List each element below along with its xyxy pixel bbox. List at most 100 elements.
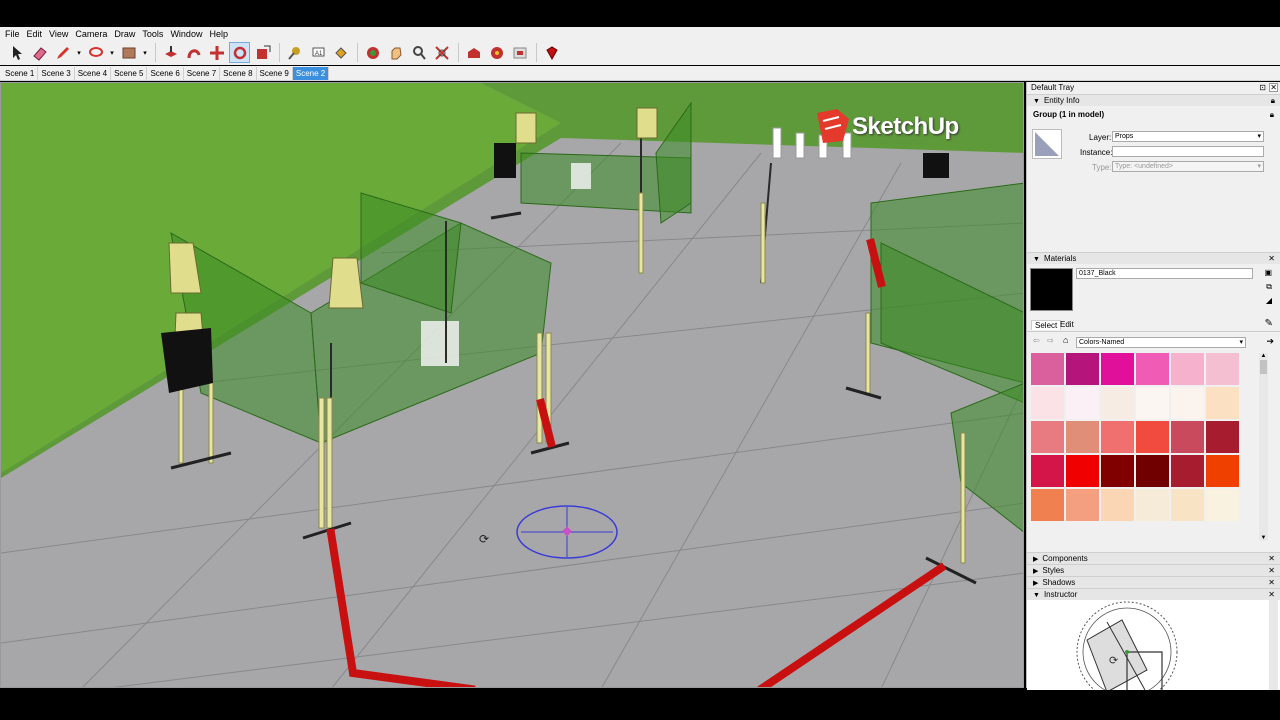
tab-scene-6[interactable]: Scene 6 [147,66,184,80]
material-swatch[interactable] [1031,353,1064,385]
zoom-extents-icon[interactable] [431,42,452,63]
tab-scene-3[interactable]: Scene 3 [38,66,75,80]
scroll-thumb[interactable] [1260,360,1267,374]
chevron-down-icon[interactable]: ▾ [108,42,116,63]
ruby-icon[interactable] [541,42,562,63]
tab-scene-7[interactable]: Scene 7 [184,66,221,80]
material-swatch[interactable] [1171,489,1204,521]
pencil-icon[interactable] [52,42,73,63]
eraser-icon[interactable] [29,42,50,63]
instance-input[interactable] [1112,146,1264,157]
material-swatch[interactable] [1101,421,1134,453]
components-header[interactable]: ▶ Components ✕ [1027,552,1280,564]
menu-tools[interactable]: Tools [140,29,168,39]
chevron-down-icon[interactable]: ▾ [141,42,149,63]
menu-draw[interactable]: Draw [112,29,140,39]
eyedropper-icon[interactable]: ✎ [1265,318,1273,329]
material-swatch[interactable] [1136,489,1169,521]
menu-window[interactable]: Window [168,29,207,39]
layer-dropdown[interactable]: Props ▾ [1112,131,1264,142]
warehouse-icon[interactable] [463,42,484,63]
type-dropdown[interactable]: Type: <undefined> ▾ [1112,161,1264,172]
material-swatch[interactable] [1066,353,1099,385]
material-preview[interactable] [1032,129,1062,159]
material-swatch[interactable] [1031,489,1064,521]
menu-camera[interactable]: Camera [73,29,112,39]
text-icon[interactable]: A1 [307,42,328,63]
materials-header[interactable]: ▼ Materials ✕ [1027,252,1280,264]
pin-icon[interactable]: ⊡ [1259,82,1266,94]
material-swatch[interactable] [1066,455,1099,487]
tab-scene-2[interactable]: Scene 2 [292,66,330,80]
menu-view[interactable]: View [47,29,73,39]
paint-bucket-icon[interactable] [330,42,351,63]
material-swatch[interactable] [1171,387,1204,419]
material-swatch[interactable] [1031,387,1064,419]
entity-info-header[interactable]: ▼ Entity Info 🔒︎ [1027,94,1280,106]
material-swatch[interactable] [1066,421,1099,453]
menu-edit[interactable]: Edit [25,29,48,39]
push-pull-icon[interactable] [160,42,181,63]
follow-me-icon[interactable] [183,42,204,63]
details-arrow-icon[interactable]: ➔ [1266,336,1274,347]
lasso-icon[interactable] [85,42,106,63]
material-swatch[interactable] [1136,353,1169,385]
material-swatch[interactable] [1206,353,1239,385]
display-secondary-icon[interactable]: ▣ [1264,268,1272,277]
tab-select[interactable]: Select [1031,320,1062,330]
model-viewport[interactable]: ⟳ SketchUp [0,82,1024,688]
tab-scene-8[interactable]: Scene 8 [220,66,257,80]
styles-header[interactable]: ▶ Styles ✕ [1027,564,1280,576]
scale-icon[interactable] [252,42,273,63]
menu-file[interactable]: File [3,29,25,39]
current-material-swatch[interactable] [1030,268,1073,311]
select-icon[interactable] [6,42,27,63]
library-dropdown[interactable]: Colors-Named ▾ [1076,337,1246,348]
orbit-icon[interactable] [362,42,383,63]
material-swatch[interactable] [1171,353,1204,385]
home-icon[interactable]: ⌂ [1063,335,1068,345]
material-swatch[interactable] [1031,421,1064,453]
material-swatch[interactable] [1206,421,1239,453]
scroll-up-icon[interactable]: ▲ [1259,353,1268,359]
material-swatch[interactable] [1206,387,1239,419]
tab-edit[interactable]: Edit [1060,320,1074,329]
material-swatch[interactable] [1101,455,1134,487]
material-name-input[interactable]: 0137_Black [1076,268,1253,279]
back-arrow-icon[interactable]: ⇦ [1033,336,1040,345]
shape-icon[interactable] [118,42,139,63]
layout-icon[interactable] [509,42,530,63]
material-swatch[interactable] [1101,387,1134,419]
material-swatch[interactable] [1206,455,1239,487]
create-material-icon[interactable]: ⧉ [1266,282,1272,292]
move-icon[interactable] [206,42,227,63]
chevron-down-icon[interactable]: ▾ [75,42,83,63]
material-swatch[interactable] [1136,421,1169,453]
rotate-icon[interactable] [229,42,250,63]
material-swatch[interactable] [1171,421,1204,453]
swatch-scrollbar[interactable]: ▲ ▼ [1259,353,1268,541]
scroll-down-icon[interactable]: ▼ [1259,535,1268,541]
material-swatch[interactable] [1206,489,1239,521]
pan-icon[interactable] [385,42,406,63]
menu-help[interactable]: Help [207,29,233,39]
zoom-icon[interactable] [408,42,429,63]
tab-scene-9[interactable]: Scene 9 [257,66,293,80]
material-swatch[interactable] [1101,489,1134,521]
forward-arrow-icon[interactable]: ⇨ [1047,336,1054,345]
material-swatch[interactable] [1066,387,1099,419]
material-swatch[interactable] [1171,455,1204,487]
close-icon[interactable]: ✕ [1269,83,1278,92]
shadows-header[interactable]: ▶ Shadows ✕ [1027,576,1280,588]
tab-scene-1[interactable]: Scene 1 [2,66,39,80]
material-swatch[interactable] [1136,455,1169,487]
lock-icon[interactable]: 🔒︎ [1270,110,1274,120]
material-swatch[interactable] [1066,489,1099,521]
extension-icon[interactable] [486,42,507,63]
material-swatch[interactable] [1031,455,1064,487]
material-swatch[interactable] [1136,387,1169,419]
sample-paint-icon[interactable]: ◢ [1266,296,1272,305]
instructor-header[interactable]: ▼ Instructor ✕ [1027,588,1280,600]
tape-measure-icon[interactable] [284,42,305,63]
instructor-scrollbar[interactable]: ▼ [1269,600,1278,696]
